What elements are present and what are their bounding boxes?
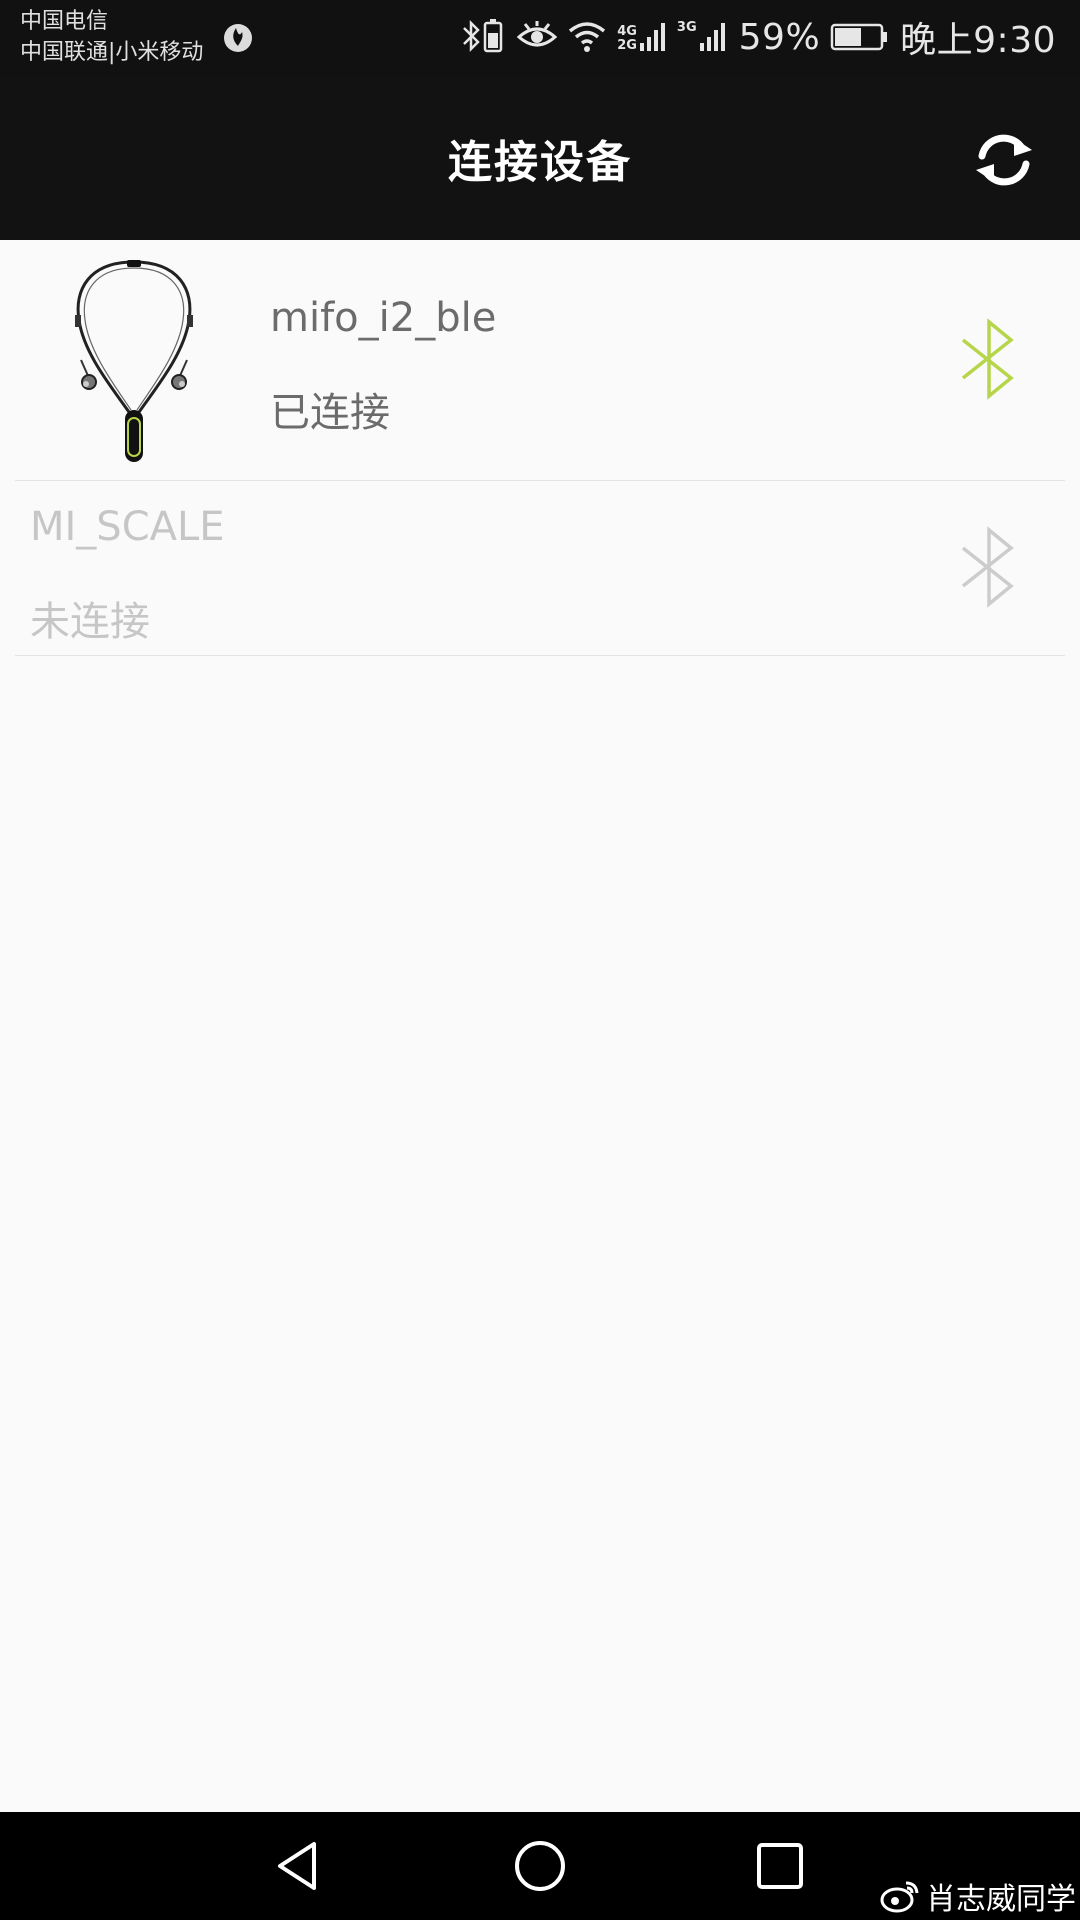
- refresh-icon: [976, 134, 1032, 186]
- bluetooth-battery-icon: [463, 19, 503, 53]
- status-icons: 4G 2G 3G 59% 晚上9:30: [461, 12, 1056, 62]
- device-item-mi-scale[interactable]: MI_SCALE 未连接: [15, 481, 1065, 656]
- eye-comfort-icon: [517, 21, 558, 47]
- battery-percent: 59%: [738, 16, 821, 58]
- back-button[interactable]: [270, 1836, 330, 1896]
- device-status: 已连接: [270, 390, 390, 436]
- weibo-icon: [880, 1881, 919, 1913]
- signal-1: 4G 2G: [617, 21, 667, 53]
- wifi-icon: [569, 22, 606, 52]
- device-name: MI_SCALE: [30, 504, 225, 550]
- back-icon: [278, 1842, 316, 1890]
- page-title: 连接设备: [448, 137, 632, 188]
- carrier-2: 中国联通|小米移动: [20, 40, 204, 65]
- watermark-text: 肖志威同学: [926, 1882, 1076, 1917]
- hd-call-icon: [224, 24, 252, 52]
- neckband-earphones-image: [75, 260, 193, 462]
- device-item-mifo[interactable]: mifo_i2_ble 已连接: [15, 240, 1065, 481]
- network-type-1-bottom: 2G: [617, 38, 637, 53]
- signal-2: 3G: [677, 21, 729, 53]
- bluetooth-icon[interactable]: [959, 526, 1019, 608]
- signal-strength-2-icon: [699, 23, 725, 51]
- device-status: 未连接: [30, 599, 150, 645]
- recents-icon: [757, 1843, 803, 1889]
- bluetooth-icon[interactable]: [959, 318, 1019, 400]
- navigation-bar: 肖志威同学: [0, 1812, 1080, 1920]
- clock: 晚上9:30: [900, 20, 1056, 61]
- battery-icon: [830, 23, 888, 51]
- home-button[interactable]: [510, 1836, 570, 1896]
- status-bar: 中国电信 中国联通|小米移动 4G 2G 3G 59% 晚上9:30: [0, 0, 1080, 78]
- refresh-button[interactable]: [968, 124, 1040, 196]
- recents-button[interactable]: [750, 1836, 810, 1896]
- network-type-1-top: 4G: [617, 24, 637, 39]
- network-type-2: 3G: [676, 20, 697, 35]
- watermark: 肖志威同学: [880, 1874, 1076, 1918]
- carrier-info: 中国电信 中国联通|小米移动: [20, 6, 203, 68]
- device-name: mifo_i2_ble: [270, 295, 497, 341]
- signal-strength-1-icon: [639, 23, 665, 51]
- carrier-1: 中国电信: [20, 9, 109, 34]
- home-icon: [515, 1841, 565, 1891]
- app-bar: 连接设备: [0, 78, 1080, 240]
